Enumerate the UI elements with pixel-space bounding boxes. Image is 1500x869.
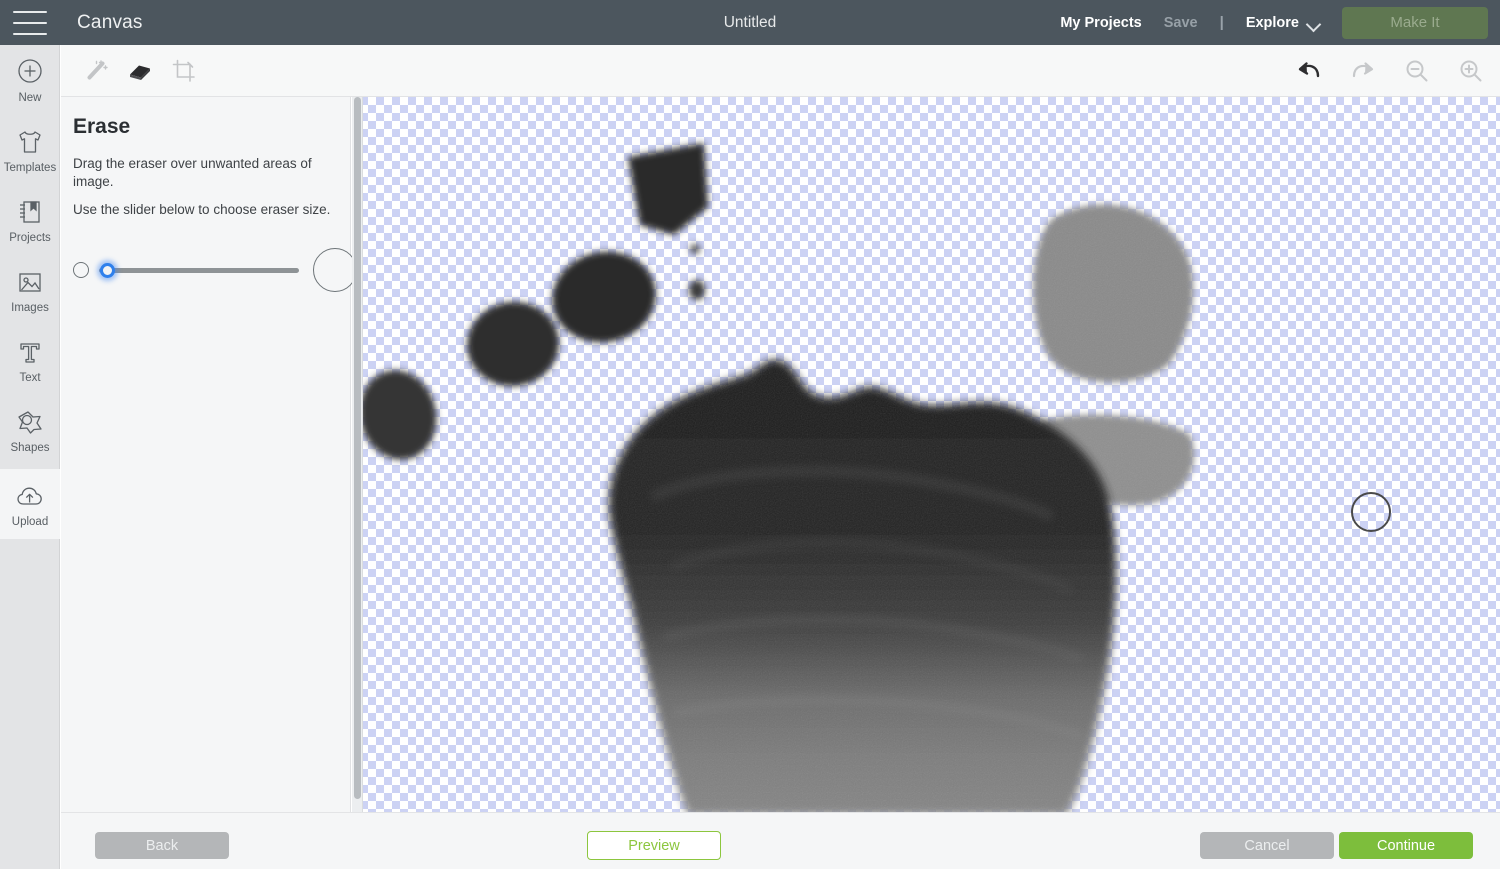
footprint-artwork bbox=[359, 143, 1194, 812]
erase-panel: Erase Drag the eraser over unwanted area… bbox=[61, 97, 357, 812]
panel-title: Erase bbox=[73, 115, 131, 138]
canvas-scrollbar-thumb[interactable] bbox=[354, 97, 361, 799]
zoom-in-icon[interactable] bbox=[1454, 54, 1488, 88]
sidebar-item-label: Images bbox=[11, 302, 49, 314]
canvas-scrollbar[interactable] bbox=[352, 97, 363, 812]
sidebar-item-label: New bbox=[18, 92, 42, 104]
make-it-button[interactable]: Make It bbox=[1342, 6, 1488, 39]
small-circle-icon bbox=[73, 261, 89, 278]
sidebar: New Templates Projects Images Text Shape… bbox=[0, 45, 60, 869]
magic-wand-icon[interactable] bbox=[79, 54, 113, 88]
explore-menu[interactable]: Explore bbox=[1246, 15, 1299, 31]
app-header: Canvas Untitled My Projects Save | Explo… bbox=[0, 0, 1500, 45]
panel-instruction-1: Drag the eraser over unwanted areas of i… bbox=[73, 156, 312, 190]
eraser-size-slider-row bbox=[73, 242, 357, 298]
sidebar-item-label: Text bbox=[19, 372, 41, 384]
canvas-viewport[interactable] bbox=[352, 97, 1500, 812]
slider-thumb[interactable] bbox=[100, 262, 115, 278]
toolbar-right-group bbox=[1272, 54, 1500, 88]
sidebar-item-label: Upload bbox=[11, 516, 49, 528]
panel-instruction-2: Use the slider below to choose eraser si… bbox=[73, 202, 331, 218]
footer-bar: Back Preview Cancel Continue bbox=[61, 812, 1500, 869]
sidebar-item-templates[interactable]: Templates bbox=[0, 115, 60, 185]
header-divider: | bbox=[1219, 14, 1224, 31]
sidebar-item-label: Shapes bbox=[10, 442, 50, 454]
sidebar-item-new[interactable]: New bbox=[0, 45, 60, 115]
slider-track[interactable] bbox=[99, 267, 299, 273]
app-title: Canvas bbox=[77, 11, 143, 33]
zoom-out-icon[interactable] bbox=[1400, 54, 1434, 88]
header-actions: My Projects Save | Explore Make It bbox=[1060, 0, 1500, 45]
continue-button[interactable]: Continue bbox=[1339, 832, 1473, 859]
tshirt-icon bbox=[15, 126, 45, 156]
sidebar-item-text[interactable]: Text bbox=[0, 325, 60, 395]
text-t-icon bbox=[17, 336, 43, 366]
eraser-size-slider[interactable] bbox=[99, 259, 299, 281]
sidebar-item-upload[interactable]: Upload bbox=[0, 469, 60, 539]
back-button[interactable]: Back bbox=[95, 832, 229, 859]
redo-icon[interactable] bbox=[1346, 54, 1380, 88]
eraser-icon[interactable] bbox=[123, 54, 157, 88]
sidebar-item-shapes[interactable]: Shapes bbox=[0, 395, 60, 465]
large-circle-icon bbox=[313, 247, 357, 292]
canvas-app-root: Canvas Untitled My Projects Save | Explo… bbox=[0, 0, 1500, 869]
undo-icon[interactable] bbox=[1292, 54, 1326, 88]
my-projects-link[interactable]: My Projects bbox=[1060, 15, 1141, 31]
sidebar-item-images[interactable]: Images bbox=[0, 255, 60, 325]
editor-toolbar bbox=[61, 45, 1500, 97]
cancel-button[interactable]: Cancel bbox=[1200, 832, 1334, 859]
document-title: Untitled bbox=[723, 13, 777, 31]
hamburger-menu-icon[interactable] bbox=[13, 10, 47, 35]
crop-icon[interactable] bbox=[167, 54, 201, 88]
chevron-down-icon[interactable] bbox=[1307, 19, 1320, 27]
save-button[interactable]: Save bbox=[1164, 15, 1198, 31]
sidebar-item-label: Templates bbox=[3, 162, 57, 174]
sidebar-item-projects[interactable]: Projects bbox=[0, 185, 60, 255]
plus-circle-icon bbox=[15, 56, 45, 86]
preview-button[interactable]: Preview bbox=[587, 831, 721, 860]
notebook-icon bbox=[16, 196, 44, 226]
sidebar-item-label: Projects bbox=[9, 232, 51, 244]
cloud-upload-icon bbox=[15, 480, 45, 510]
image-icon bbox=[16, 266, 44, 296]
star-shape-icon bbox=[16, 406, 44, 436]
